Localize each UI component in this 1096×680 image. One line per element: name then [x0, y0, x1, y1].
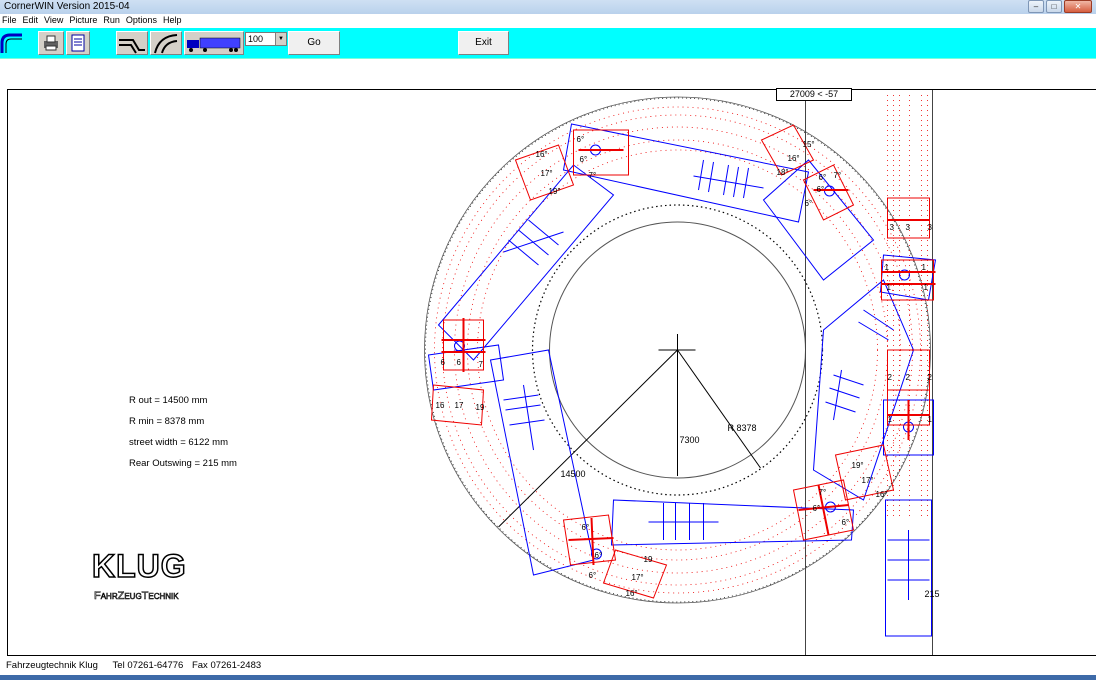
svg-text:6°: 6°	[805, 199, 813, 208]
svg-text:2: 2	[928, 373, 933, 382]
radius-out-line	[498, 349, 678, 528]
vehicle-bodies	[427, 123, 937, 637]
outswing-label: 215	[925, 589, 940, 599]
svg-text:17°: 17°	[541, 169, 553, 178]
svg-text:17°: 17°	[632, 573, 644, 582]
maximize-button[interactable]: □	[1046, 0, 1062, 13]
svg-text:6°: 6°	[842, 518, 850, 527]
footer-tel: Tel 07261-64776	[112, 660, 184, 671]
corner-road-button[interactable]	[116, 31, 148, 55]
svg-text:17°: 17°	[862, 476, 874, 485]
chassis-details	[454, 144, 930, 600]
menu-help[interactable]: Help	[161, 14, 186, 27]
svg-text:2: 2	[888, 373, 893, 382]
zoom-select[interactable]: 100 ▼	[245, 32, 287, 46]
window-title: CornerWIN Version 2015-04	[4, 1, 130, 12]
svg-text:1: 1	[922, 263, 927, 272]
svg-text:19°: 19°	[852, 461, 864, 470]
window-controls: – □ ✕	[1028, 0, 1092, 13]
title-bar: CornerWIN Version 2015-04 – □ ✕	[0, 0, 1096, 15]
dim-inner: R 8378	[728, 423, 757, 433]
svg-text:3: 3	[906, 223, 911, 232]
logo-subtitle: FahrZeugTechnik	[94, 590, 179, 603]
r-out-text: R out = 14500 mm	[129, 395, 208, 406]
svg-text:6°: 6°	[577, 135, 585, 144]
print-icon	[44, 35, 58, 51]
curve-tool-button[interactable]	[0, 31, 26, 55]
svg-text:7°: 7°	[589, 171, 597, 180]
svg-text:2: 2	[906, 373, 911, 382]
close-button[interactable]: ✕	[1064, 0, 1092, 13]
svg-text:18°: 18°	[777, 168, 789, 177]
corner-road-icon	[119, 39, 145, 54]
zoom-value: 100	[248, 34, 264, 44]
street-width-text: street width = 6122 mm	[129, 437, 229, 448]
footer-company: Fahrzeugtechnik Klug	[6, 660, 98, 671]
svg-text:1: 1	[887, 283, 892, 292]
document-button[interactable]	[66, 31, 90, 55]
menu-options[interactable]: Options	[124, 14, 161, 27]
svg-text:17: 17	[455, 401, 464, 410]
taskbar	[0, 675, 1096, 680]
klug-logo: KLUG FahrZeugTechnik	[91, 548, 212, 606]
svg-text:7: 7	[479, 360, 484, 369]
svg-text:19°: 19°	[549, 187, 561, 196]
curve-icon	[0, 33, 22, 53]
r-min-text: R min = 8378 mm	[129, 416, 205, 427]
menu-edit[interactable]: Edit	[21, 14, 43, 27]
svg-text:6°: 6°	[817, 185, 825, 194]
svg-text:7°: 7°	[819, 488, 827, 497]
dim-outer: 14500	[561, 469, 586, 479]
svg-text:6°: 6°	[819, 173, 827, 182]
svg-text:16°: 16°	[626, 589, 638, 598]
svg-text:19: 19	[644, 555, 653, 564]
svg-text:6°: 6°	[580, 155, 588, 164]
dimension-labels: 14500 7300 R 8378 215	[561, 423, 940, 599]
dim-mid: 7300	[680, 435, 700, 445]
logo-wordmark: KLUG	[91, 548, 187, 584]
svg-text:16°: 16°	[788, 154, 800, 163]
toolbar: 100 ▼ Go Exit	[0, 28, 1096, 59]
svg-text:1: 1	[888, 415, 893, 424]
svg-text:19: 19	[476, 403, 485, 412]
vehicle-select-button[interactable]	[184, 31, 244, 55]
svg-text:6°: 6°	[582, 523, 590, 532]
svg-text:6: 6	[457, 358, 462, 367]
menu-file[interactable]: File	[0, 14, 21, 27]
footer: Fahrzeugtechnik Klug Tel 07261-64776 Fax…	[6, 660, 261, 671]
menu-view[interactable]: View	[42, 14, 67, 27]
radius-min-line	[677, 349, 761, 469]
document-icon	[71, 34, 85, 52]
menu-picture[interactable]: Picture	[67, 14, 101, 27]
footer-fax: Fax 07261-2483	[191, 660, 262, 671]
svg-text:7°: 7°	[834, 171, 842, 180]
svg-text:16°: 16°	[876, 490, 888, 499]
menu-run[interactable]: Run	[101, 14, 124, 27]
go-button[interactable]: Go	[288, 31, 340, 55]
truck-trailer-icon	[187, 37, 241, 52]
svg-text:6°: 6°	[595, 551, 603, 560]
chevron-down-icon[interactable]: ▼	[275, 33, 286, 45]
rear-outswing-text: Rear Outswing = 215 mm	[129, 458, 237, 469]
svg-text:6°: 6°	[589, 571, 597, 580]
wheel-angle-labels: 16°17°19° 6°6°7° 15°16°18° 6°6°7°6° 333 …	[436, 135, 933, 598]
svg-text:1: 1	[924, 283, 929, 292]
svg-text:1: 1	[928, 415, 933, 424]
curved-road-icon	[154, 34, 178, 54]
svg-text:16°: 16°	[536, 150, 548, 159]
svg-text:1: 1	[885, 263, 890, 272]
print-button[interactable]	[38, 31, 64, 55]
menu-bar: File Edit View Picture Run Options Help	[0, 14, 1096, 27]
minimize-button[interactable]: –	[1028, 0, 1044, 13]
svg-text:3: 3	[890, 223, 895, 232]
position-readout: 27009 < -57	[776, 88, 852, 101]
position-label: 27009 < -57	[789, 89, 839, 99]
exit-button[interactable]: Exit	[458, 31, 509, 55]
svg-text:3: 3	[928, 223, 933, 232]
svg-text:6°: 6°	[813, 504, 821, 513]
curved-road-button[interactable]	[150, 31, 182, 55]
svg-text:15°: 15°	[803, 140, 815, 149]
svg-text:6: 6	[441, 358, 446, 367]
svg-text:16: 16	[436, 401, 445, 410]
